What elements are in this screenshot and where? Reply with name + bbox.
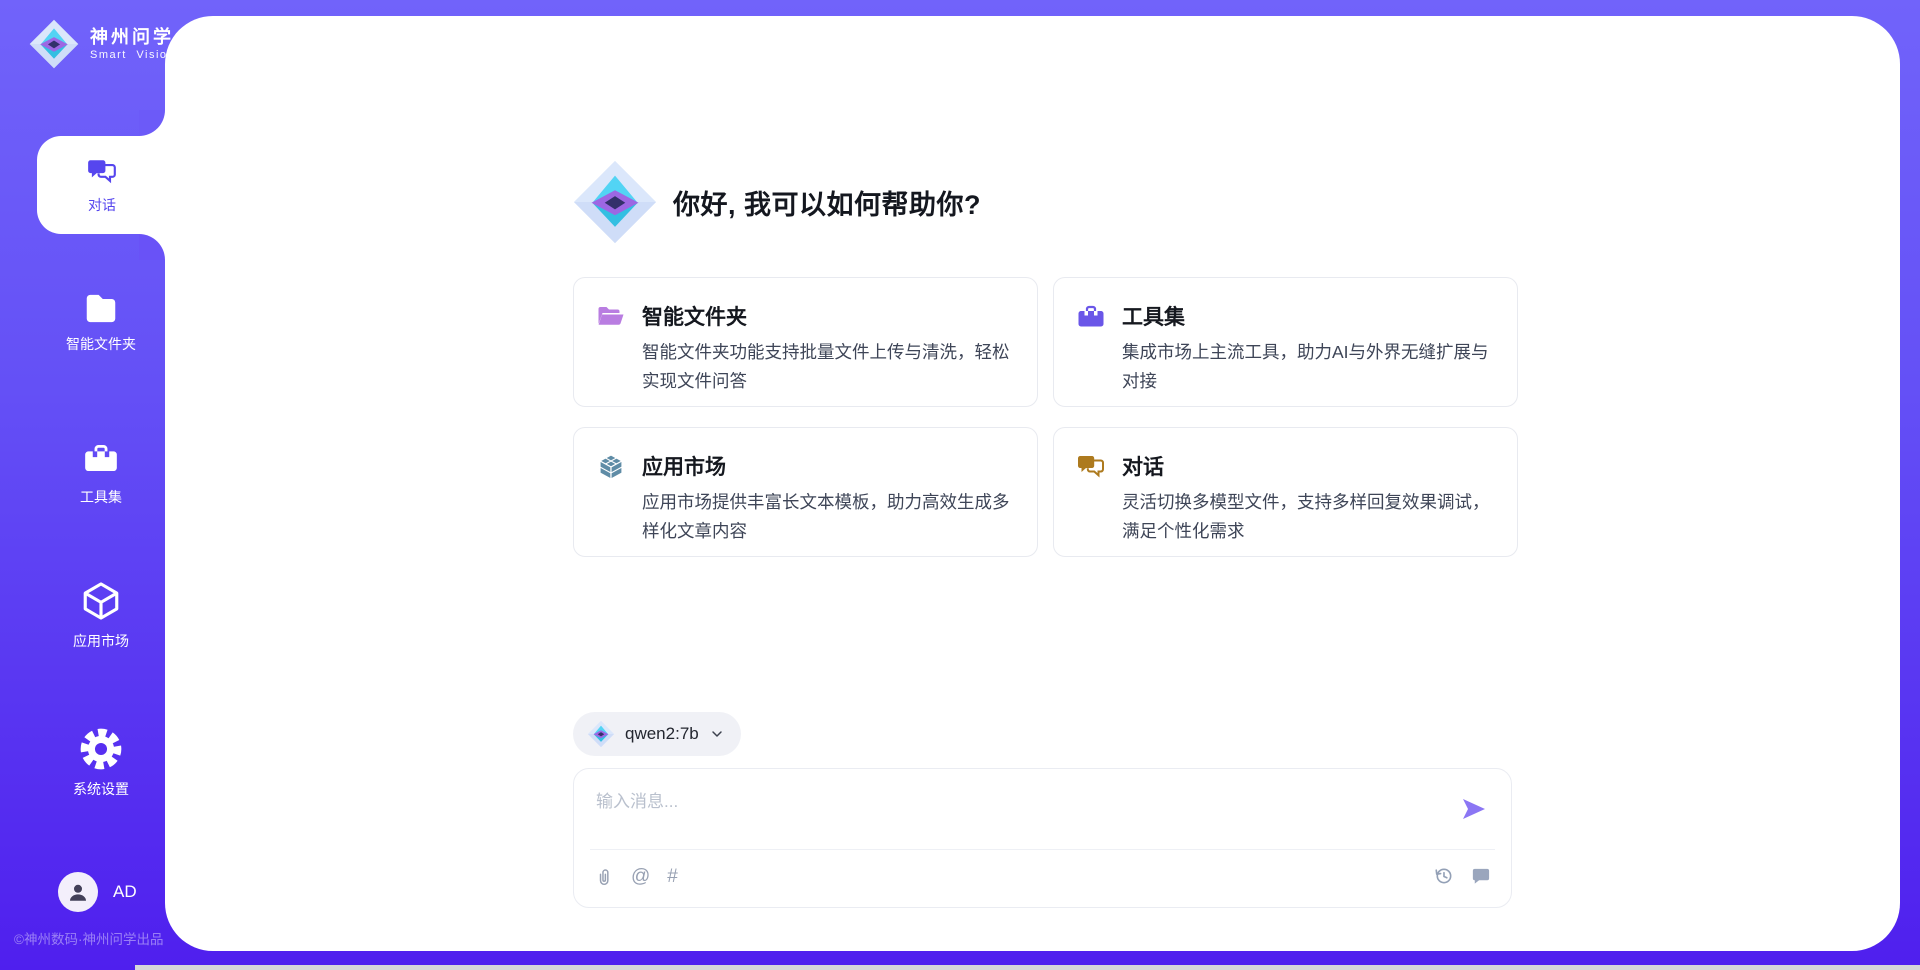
- send-icon: [1460, 795, 1488, 823]
- composer-tools-right: [1433, 865, 1491, 886]
- person-icon: [66, 880, 90, 904]
- chevron-down-icon: [709, 726, 725, 742]
- toolbox-icon: [1076, 302, 1106, 332]
- sidebar-item-label: 系统设置: [73, 779, 129, 799]
- brand-logo: 神州问学 Smart Vision: [28, 18, 175, 70]
- copyright-text: ©神州数码·神州问学出品: [14, 928, 163, 948]
- cube-grid-icon: [596, 452, 626, 482]
- folder-icon: [82, 292, 120, 325]
- card-title: 智能文件夹: [642, 301, 1017, 331]
- sidebar-item-smart-folder[interactable]: 智能文件夹: [37, 292, 165, 354]
- sidebar-item-toolset[interactable]: 工具集: [37, 440, 165, 507]
- composer-tools-left: @ #: [594, 865, 678, 889]
- card-title: 工具集: [1122, 301, 1497, 331]
- tab-fillet-top: [139, 110, 165, 136]
- feature-cards: 智能文件夹 智能文件夹功能支持批量文件上传与清洗，轻松实现文件问答 工具集 集成…: [573, 277, 1518, 557]
- greeting-block: 你好, 我可以如何帮助你?: [571, 158, 981, 246]
- message-composer: @ #: [573, 768, 1512, 908]
- assistant-diamond-icon: [571, 158, 659, 246]
- card-chat[interactable]: 对话 灵活切换多模型文件，支持多样回复效果调试，满足个性化需求: [1053, 427, 1518, 557]
- model-selector[interactable]: qwen2:7b: [573, 712, 741, 756]
- gear-icon: [80, 728, 122, 770]
- toolbox-icon: [82, 440, 120, 478]
- user-initials: AD: [113, 882, 137, 902]
- model-name: qwen2:7b: [625, 724, 699, 744]
- horizontal-scrollbar[interactable]: [135, 965, 1920, 970]
- attach-button[interactable]: [594, 865, 614, 889]
- tab-fillet-bottom: [139, 234, 165, 260]
- history-button[interactable]: [1433, 865, 1454, 886]
- paperclip-icon: [594, 865, 614, 889]
- folder-open-icon: [596, 302, 626, 332]
- model-diamond-icon: [587, 720, 615, 748]
- brand-subtitle: Smart Vision: [90, 49, 175, 61]
- sidebar-item-label: 工具集: [80, 487, 122, 507]
- mention-button[interactable]: @: [631, 865, 650, 889]
- card-toolset[interactable]: 工具集 集成市场上主流工具，助力AI与外界无缝扩展与对接: [1053, 277, 1518, 407]
- chat-icon: [86, 156, 118, 188]
- sidebar-item-label: 应用市场: [73, 631, 129, 651]
- message-input[interactable]: [594, 785, 1458, 847]
- sidebar-item-app-market[interactable]: 应用市场: [37, 580, 165, 651]
- avatar: [58, 872, 98, 912]
- brand-diamond-icon: [28, 18, 80, 70]
- card-description: 集成市场上主流工具，助力AI与外界无缝扩展与对接: [1122, 338, 1497, 396]
- sidebar-item-label: 对话: [88, 195, 116, 215]
- composer-divider: [590, 849, 1495, 850]
- chat-icon: [1076, 452, 1106, 482]
- sidebar-item-label: 智能文件夹: [66, 334, 136, 354]
- send-button[interactable]: [1459, 795, 1489, 825]
- app-screen: 神州问学 Smart Vision 对话 智能文件夹 工具集 应用市场: [0, 0, 1920, 970]
- card-description: 灵活切换多模型文件，支持多样回复效果调试，满足个性化需求: [1122, 488, 1497, 546]
- card-app-market[interactable]: 应用市场 应用市场提供丰富长文本模板，助力高效生成多样化文章内容: [573, 427, 1038, 557]
- chat-bubble-icon: [1470, 865, 1491, 886]
- greeting-title: 你好, 我可以如何帮助你?: [673, 183, 981, 222]
- card-description: 应用市场提供丰富长文本模板，助力高效生成多样化文章内容: [642, 488, 1017, 546]
- card-smart-folder[interactable]: 智能文件夹 智能文件夹功能支持批量文件上传与清洗，轻松实现文件问答: [573, 277, 1038, 407]
- user-account[interactable]: AD: [58, 872, 137, 912]
- sidebar-item-settings[interactable]: 系统设置: [37, 728, 165, 799]
- chat-bubble-button[interactable]: [1470, 865, 1491, 886]
- cube-icon: [80, 580, 122, 622]
- brand-name: 神州问学: [90, 27, 175, 47]
- sidebar-item-chat[interactable]: 对话: [37, 136, 167, 234]
- card-title: 应用市场: [642, 451, 1017, 481]
- history-icon: [1433, 865, 1454, 886]
- card-description: 智能文件夹功能支持批量文件上传与清洗，轻松实现文件问答: [642, 338, 1017, 396]
- hashtag-button[interactable]: #: [667, 865, 678, 889]
- card-title: 对话: [1122, 451, 1497, 481]
